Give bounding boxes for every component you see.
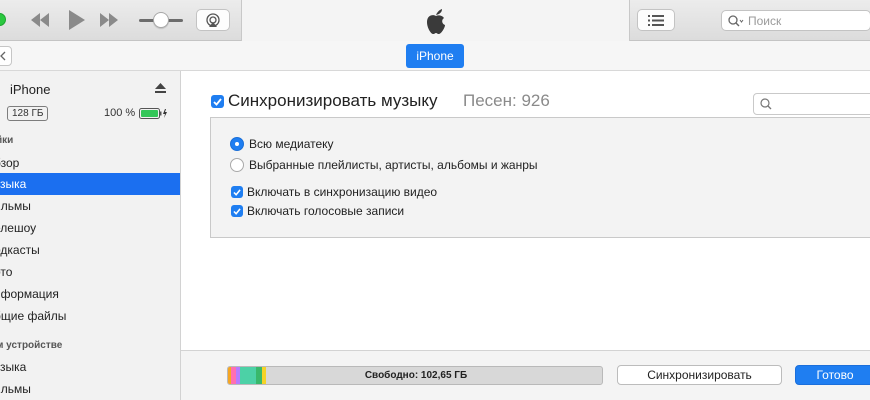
search-icon bbox=[760, 98, 772, 110]
sidebar-item-label: одкасты bbox=[0, 243, 40, 257]
rewind-icon bbox=[31, 13, 49, 27]
airplay-button[interactable] bbox=[196, 9, 230, 31]
music-search-field[interactable] bbox=[753, 93, 870, 115]
sidebar-item-device-movies[interactable]: ильмы bbox=[0, 378, 180, 400]
checkmark-icon bbox=[213, 97, 222, 106]
sidebar-item-music[interactable]: узыка bbox=[0, 173, 180, 195]
play-icon bbox=[69, 10, 85, 30]
include-videos-checkbox[interactable] bbox=[231, 186, 243, 198]
sidebar-item-label: елешоу bbox=[0, 221, 37, 235]
fast-forward-button[interactable] bbox=[97, 9, 121, 31]
sidebar-item-movies[interactable]: ильмы bbox=[0, 195, 180, 217]
sidebar-item-label: узыка bbox=[0, 360, 27, 374]
apple-logo-icon bbox=[426, 8, 445, 34]
sidebar-section-on-device: м устройстве bbox=[0, 340, 63, 351]
sidebar-item-label: ото bbox=[0, 265, 13, 279]
sync-button[interactable]: Синхронизировать bbox=[617, 365, 782, 385]
battery-charging-icon bbox=[139, 108, 167, 119]
checkmark-icon bbox=[233, 188, 241, 196]
fast-forward-icon bbox=[100, 13, 118, 27]
rewind-button[interactable] bbox=[28, 9, 52, 31]
sidebar-item-photos[interactable]: ото bbox=[0, 261, 180, 283]
sync-options-panel: Всю медиатеку Выбранные плейлисты, артис… bbox=[210, 117, 870, 238]
up-next-list-button[interactable] bbox=[637, 9, 675, 31]
sidebar-item-label: ильмы bbox=[0, 199, 31, 213]
radio-selected-playlists[interactable] bbox=[230, 158, 244, 172]
list-icon bbox=[648, 14, 664, 26]
airplay-icon bbox=[206, 13, 220, 27]
sidebar-item-podcasts[interactable]: одкасты bbox=[0, 239, 180, 261]
lcd-display bbox=[241, 0, 630, 41]
free-space-label: Свободно: 102,65 ГБ bbox=[364, 370, 468, 381]
sidebar-item-device-music[interactable]: узыка bbox=[0, 356, 180, 378]
radio-label-selected-playlists: Выбранные плейлисты, артисты, альбомы и … bbox=[249, 158, 538, 172]
back-button[interactable] bbox=[0, 46, 12, 66]
sidebar: iPhone 128 ГБ 100 % йки бзор узыка ильмы… bbox=[0, 71, 181, 400]
sidebar-item-label: бзор bbox=[0, 156, 20, 170]
include-voice-memos-checkbox[interactable] bbox=[231, 205, 243, 217]
search-input[interactable] bbox=[748, 13, 858, 28]
include-videos-label: Включать в синхронизацию видео bbox=[247, 185, 438, 199]
eject-icon[interactable] bbox=[155, 83, 166, 93]
capacity-badge: 128 ГБ bbox=[7, 106, 49, 121]
radio-entire-library[interactable] bbox=[230, 137, 244, 151]
toolbar bbox=[0, 0, 870, 41]
sidebar-section-settings: йки bbox=[0, 135, 14, 146]
include-voice-memos-label: Включать голосовые записи bbox=[247, 204, 405, 218]
search-icon bbox=[728, 14, 744, 26]
toolbar-search-field[interactable] bbox=[721, 10, 870, 31]
chevron-left-icon bbox=[0, 51, 6, 61]
sidebar-item-label: ильмы bbox=[0, 382, 31, 396]
checkmark-icon bbox=[233, 207, 241, 215]
sidebar-item-label: нформация bbox=[0, 287, 59, 301]
sidebar-item-label: бщие файлы bbox=[0, 309, 67, 323]
radio-label-entire-library: Всю медиатеку bbox=[249, 137, 334, 151]
device-name: iPhone bbox=[10, 82, 51, 97]
song-count: Песен: 926 bbox=[463, 91, 550, 110]
sidebar-item-tv-shows[interactable]: елешоу bbox=[0, 217, 180, 239]
sidebar-item-info[interactable]: нформация bbox=[0, 283, 180, 305]
volume-slider-knob[interactable] bbox=[153, 12, 169, 28]
sidebar-item-label: узыка bbox=[0, 177, 27, 191]
device-tab-iphone[interactable]: iPhone bbox=[406, 44, 464, 68]
sidebar-item-overview[interactable]: бзор bbox=[0, 152, 180, 174]
done-button[interactable]: Готово bbox=[795, 365, 870, 385]
sync-music-title: Синхронизировать музыку bbox=[228, 91, 438, 110]
battery-percentage: 100 % bbox=[104, 107, 136, 119]
sidebar-item-file-sharing[interactable]: бщие файлы bbox=[0, 305, 180, 327]
play-button[interactable] bbox=[64, 9, 88, 31]
bottom-bar: Свободно: 102,65 ГБ Синхронизировать Гот… bbox=[181, 350, 870, 400]
storage-usage-bar: Свободно: 102,65 ГБ bbox=[227, 366, 603, 385]
window-zoom-button[interactable] bbox=[0, 13, 6, 26]
sync-music-checkbox[interactable] bbox=[211, 95, 224, 108]
